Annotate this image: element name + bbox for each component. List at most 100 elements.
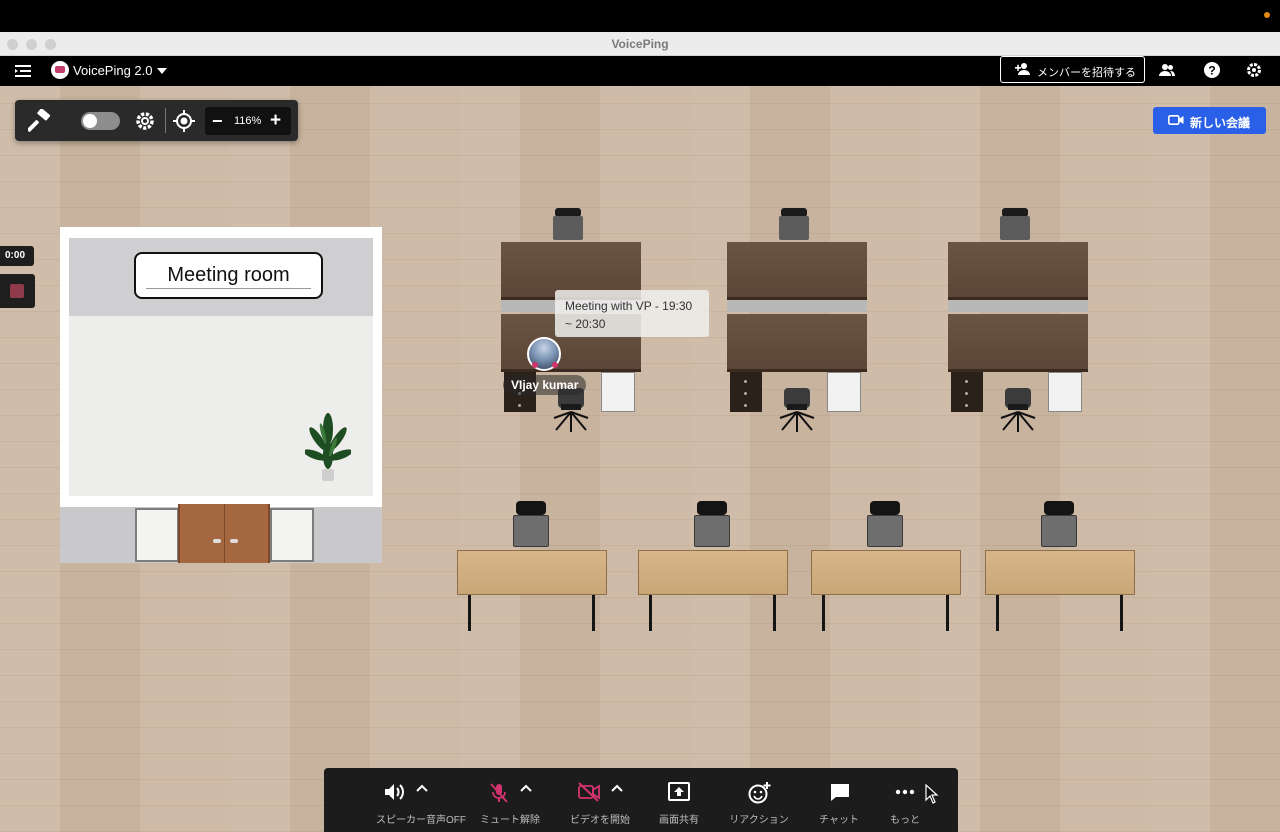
table-leg bbox=[468, 595, 471, 631]
map-settings-gear-icon[interactable] bbox=[134, 110, 156, 132]
zoom-level: 116% bbox=[234, 115, 262, 127]
toolbar-divider bbox=[165, 108, 166, 133]
build-hammer-icon[interactable] bbox=[28, 109, 54, 133]
door-handle bbox=[213, 539, 221, 543]
invite-members-label: メンバーを招待する bbox=[1037, 67, 1136, 79]
office-chair bbox=[1000, 208, 1030, 240]
meeting-room[interactable]: Meeting room bbox=[60, 227, 382, 563]
user-avatar[interactable] bbox=[527, 337, 561, 371]
new-meeting-label: 新しい会議 bbox=[1190, 116, 1251, 130]
drawer-unit bbox=[730, 372, 762, 412]
app-header: VoicePing 2.0 メンバーを招待する ? bbox=[0, 56, 1280, 86]
office-chair bbox=[1000, 388, 1036, 432]
speaker-icon bbox=[385, 784, 404, 800]
chevron-down-icon[interactable] bbox=[157, 68, 167, 74]
table-leg bbox=[592, 595, 595, 631]
map-toolbar: − 116% + bbox=[15, 100, 298, 141]
share-screen-label: 画面共有 bbox=[659, 815, 699, 826]
app-logo-icon bbox=[51, 61, 69, 79]
settings-gear-icon[interactable] bbox=[1245, 61, 1263, 79]
table-leg bbox=[649, 595, 652, 631]
screen-share-icon bbox=[668, 782, 690, 801]
cabinet bbox=[1048, 372, 1082, 412]
speaker-off-button[interactable]: スピーカー音声OFF bbox=[354, 768, 488, 832]
more-dots-icon bbox=[895, 789, 915, 795]
desk-cluster[interactable] bbox=[948, 208, 1088, 438]
window-panel bbox=[135, 508, 179, 562]
locate-me-icon[interactable] bbox=[173, 110, 195, 132]
door-handle bbox=[230, 539, 238, 543]
table bbox=[811, 550, 961, 595]
reaction-button[interactable]: リアクション bbox=[724, 768, 794, 832]
desk bbox=[948, 314, 1088, 372]
desk bbox=[727, 314, 867, 372]
room-door[interactable] bbox=[178, 504, 270, 563]
table-leg bbox=[1120, 595, 1123, 631]
window-title: VoicePing bbox=[611, 37, 669, 51]
mic-off-indicator-icon bbox=[532, 362, 558, 368]
office-chair bbox=[513, 501, 549, 547]
zoom-in-button[interactable]: + bbox=[270, 110, 281, 132]
unmute-button[interactable]: ミュート解除 bbox=[470, 768, 550, 832]
stop-recording-button[interactable] bbox=[0, 274, 35, 308]
table bbox=[638, 550, 788, 595]
meeting-controls-bar: スピーカー音声OFF ミュート解除 ビデオを開始 画面共有 リアクション チャッ… bbox=[324, 768, 958, 832]
table-leg bbox=[822, 595, 825, 631]
window-panel bbox=[270, 508, 314, 562]
table-set[interactable] bbox=[985, 501, 1135, 636]
chevron-up-icon[interactable] bbox=[611, 783, 623, 793]
office-chair bbox=[694, 501, 730, 547]
office-chair bbox=[867, 501, 903, 547]
meeting-room-sign: Meeting room bbox=[134, 252, 323, 299]
unmute-label: ミュート解除 bbox=[480, 815, 540, 826]
speaker-off-label: スピーカー音声OFF bbox=[376, 815, 466, 826]
recording-dot-icon bbox=[1264, 12, 1270, 18]
video-off-icon bbox=[578, 782, 600, 802]
table-leg bbox=[996, 595, 999, 631]
chat-bubble-icon bbox=[831, 784, 849, 801]
chat-label: チャット bbox=[819, 815, 859, 826]
new-meeting-button[interactable]: 新しい会議 bbox=[1153, 107, 1266, 134]
cabinet bbox=[601, 372, 635, 412]
table bbox=[985, 550, 1135, 595]
mode-toggle-switch[interactable] bbox=[81, 112, 120, 130]
sidebar-toggle-icon[interactable] bbox=[14, 62, 32, 80]
svg-text:?: ? bbox=[1208, 64, 1215, 78]
desk-divider bbox=[727, 300, 867, 312]
table-set[interactable] bbox=[811, 501, 961, 636]
chevron-up-icon[interactable] bbox=[416, 783, 428, 793]
video-camera-icon bbox=[1168, 114, 1184, 125]
desk bbox=[948, 242, 1088, 300]
members-icon[interactable] bbox=[1158, 61, 1176, 79]
toggle-knob bbox=[83, 114, 97, 128]
potted-plant-icon bbox=[305, 413, 351, 481]
mouse-cursor-icon bbox=[925, 784, 939, 804]
table bbox=[457, 550, 607, 595]
invite-members-button[interactable]: メンバーを招待する bbox=[1000, 56, 1145, 83]
zoom-control: − 116% + bbox=[205, 107, 291, 135]
emoji-reaction-icon bbox=[748, 782, 771, 804]
desk bbox=[727, 242, 867, 300]
table-set[interactable] bbox=[638, 501, 788, 636]
user-name-label: VIjay kumar bbox=[503, 375, 587, 395]
help-icon[interactable]: ? bbox=[1203, 61, 1221, 79]
status-tooltip: Meeting with VP - 19:30 ~ 20:30 bbox=[555, 290, 709, 337]
chevron-up-icon[interactable] bbox=[520, 783, 532, 793]
workspace-name[interactable]: VoicePing 2.0 bbox=[73, 63, 153, 78]
desk-divider bbox=[948, 300, 1088, 312]
chat-button[interactable]: チャット bbox=[809, 768, 869, 832]
recording-timer: 0:00 bbox=[0, 246, 34, 266]
start-video-label: ビデオを開始 bbox=[570, 815, 630, 826]
start-video-button[interactable]: ビデオを開始 bbox=[560, 768, 640, 832]
window-titlebar: VoicePing bbox=[0, 32, 1280, 56]
table-set[interactable] bbox=[457, 501, 607, 636]
share-screen-button[interactable]: 画面共有 bbox=[649, 768, 709, 832]
office-chair bbox=[1041, 501, 1077, 547]
os-menu-bar bbox=[0, 0, 1280, 32]
microphone-muted-icon bbox=[490, 783, 508, 803]
desk-cluster[interactable] bbox=[727, 208, 867, 438]
zoom-out-button[interactable]: − bbox=[212, 111, 223, 132]
table-leg bbox=[946, 595, 949, 631]
add-person-icon bbox=[1015, 63, 1030, 75]
drawer-unit bbox=[951, 372, 983, 412]
